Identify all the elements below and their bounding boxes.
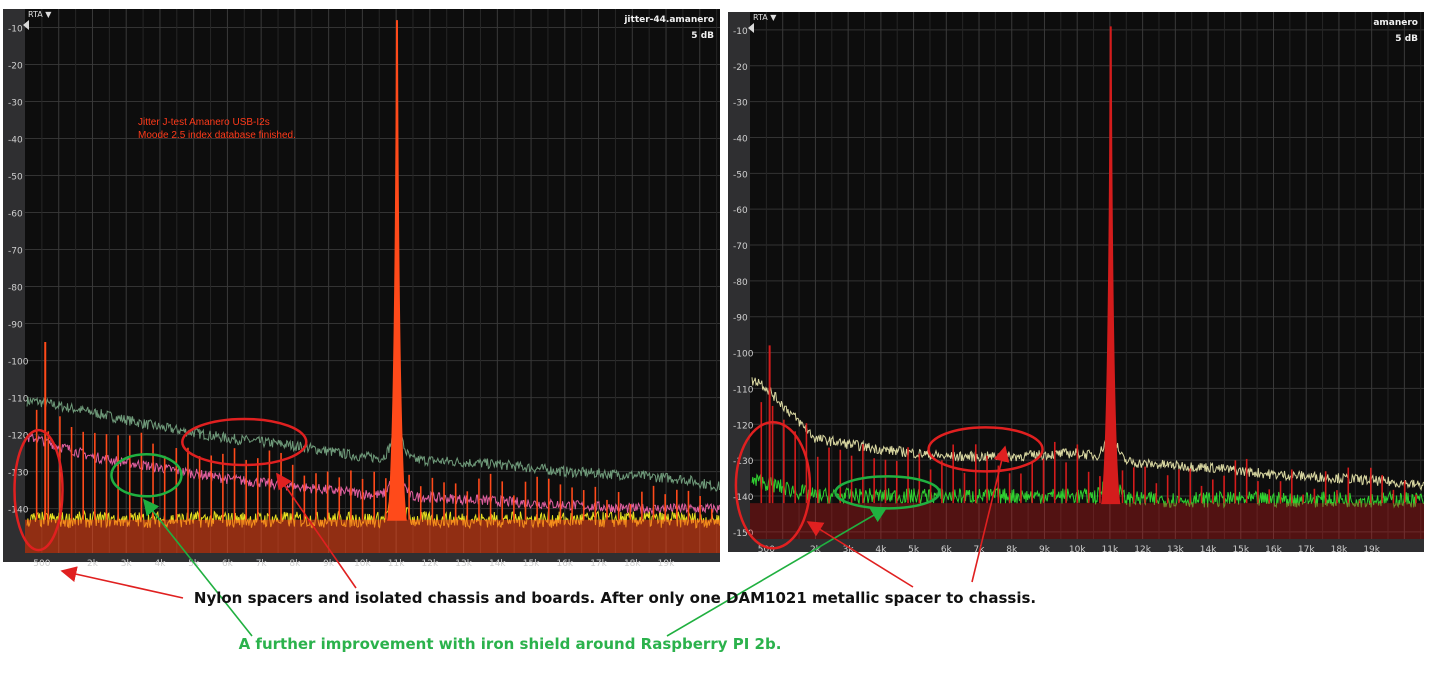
x-tick-label: 11k — [1102, 545, 1119, 555]
chart-panel-2: -10 -20 -30 -40 -50 -60 -70 -80 -90 -100 -110 -120 -… — [728, 12, 1424, 555]
x-tick-label: 19k — [1363, 545, 1380, 555]
x-tick-label: 10k — [1069, 545, 1086, 555]
spur-floor — [750, 503, 1424, 539]
x-tick-label: 17k — [590, 559, 607, 569]
x-tick-label: 5k — [908, 545, 920, 555]
x-tick-label: 16k — [1265, 545, 1282, 555]
x-tick-label: 2k — [87, 559, 99, 569]
y-tick-label: -50 — [8, 173, 23, 183]
y-tick-label: -70 — [733, 242, 748, 252]
rta-menu: RTA ▼ — [753, 13, 777, 22]
x-tick-label: 4k — [875, 545, 887, 555]
x-tick-label: 8k — [1006, 545, 1018, 555]
x-tick-label: 17k — [1298, 545, 1315, 555]
rta-menu: RTA ▼ — [28, 10, 52, 19]
x-tick-label: 4k — [154, 559, 166, 569]
x-tick-label: 9k — [1039, 545, 1051, 555]
y-tick-label: -60 — [733, 206, 748, 216]
x-tick-label: 500 — [33, 559, 50, 569]
y-tick-label: -30 — [733, 99, 748, 109]
x-tick-label: 10k — [354, 559, 371, 569]
y-tick-label: -130 — [733, 457, 754, 467]
x-tick-label: 18k — [1331, 545, 1348, 555]
y-tick-label: -10 — [733, 27, 748, 37]
y-tick-label: -20 — [733, 63, 748, 73]
y-tick-label: -80 — [733, 278, 748, 288]
y-tick-label: -50 — [733, 170, 748, 180]
x-tick-label: 19k — [658, 559, 675, 569]
y-tick-label: -130 — [8, 469, 29, 479]
chart-title: amanero — [1373, 18, 1418, 28]
caption-green: A further improvement with iron shield a… — [238, 635, 782, 653]
y-tick-label: -110 — [8, 395, 29, 405]
y-tick-label: -10 — [8, 25, 23, 35]
x-tick-label: 8k — [289, 559, 301, 569]
chart-subtitle: 5 dB — [691, 31, 714, 41]
y-tick-label: -60 — [8, 210, 23, 220]
caption-red: Nylon spacers and isolated chassis and b… — [193, 589, 1037, 607]
x-tick-label: 12k — [1134, 545, 1151, 555]
y-tick-label: -140 — [8, 506, 29, 516]
x-tick-label: 13k — [1167, 545, 1184, 555]
spur-floor — [25, 519, 720, 553]
x-tick-label: 6k — [941, 545, 953, 555]
chart-subtitle: 5 dB — [1395, 34, 1418, 44]
y-tick-label: -90 — [8, 321, 23, 331]
x-tick-label: 15k — [523, 559, 540, 569]
chart-panel-1: -10-20-30-40-50-60-70-80-90-100-110-120-… — [3, 9, 720, 569]
chart-title: jitter-44.amanero — [623, 15, 714, 25]
y-tick-label: -100 — [8, 358, 29, 368]
chart-annotation: Moode 2.5 index database finished. — [138, 130, 296, 141]
x-tick-label: 14k — [489, 559, 506, 569]
x-tick-label: 13k — [455, 559, 472, 569]
x-tick-label: 9k — [323, 559, 335, 569]
y-tick-label: -80 — [8, 284, 23, 294]
y-tick-label: -90 — [733, 314, 748, 324]
chart-annotation: Jitter J-test Amanero USB-I2s — [138, 117, 270, 128]
x-tick-label: 12k — [422, 559, 439, 569]
x-tick-label: 18k — [624, 559, 641, 569]
x-tick-label: 7k — [256, 559, 268, 569]
y-tick-label: -40 — [733, 134, 748, 144]
y-tick-label: -20 — [8, 62, 23, 72]
y-tick-label: -100 — [733, 350, 754, 360]
x-tick-label: 16k — [556, 559, 573, 569]
x-tick-label: 6k — [222, 559, 234, 569]
x-tick-label: 11k — [388, 559, 405, 569]
spectrum-comparison: -10 -20 -30 -40 -50 -60 -70 -80 -90 -100 -110 -120 -… — [3, 9, 1424, 637]
y-tick-label: -70 — [8, 247, 23, 257]
y-tick-label: -110 — [733, 385, 754, 395]
y-tick-label: -30 — [8, 99, 23, 109]
x-tick-label: 3k — [121, 559, 133, 569]
y-tick-label: -40 — [8, 136, 23, 146]
x-tick-label: 15k — [1232, 545, 1249, 555]
x-tick-label: 14k — [1200, 545, 1217, 555]
y-tick-label: -120 — [733, 421, 754, 431]
